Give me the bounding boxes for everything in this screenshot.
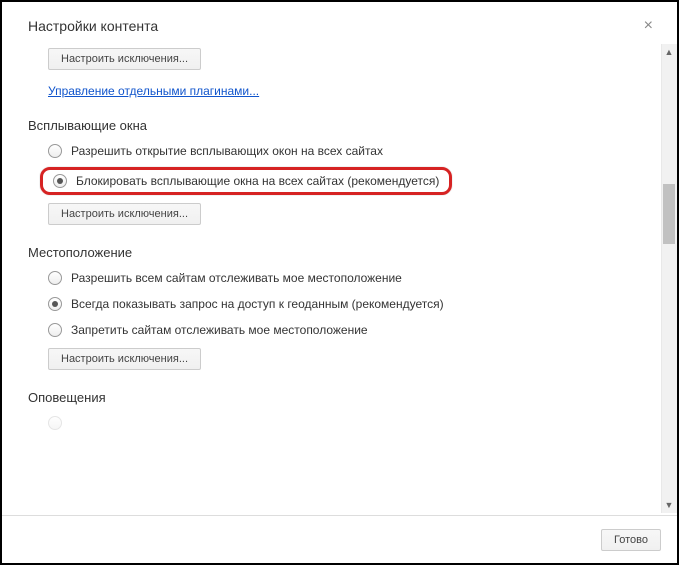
- location-allow-option[interactable]: Разрешить всем сайтам отслеживать мое ме…: [48, 268, 651, 288]
- notifications-option-partial[interactable]: [48, 413, 651, 433]
- scrollbar-thumb[interactable]: [663, 184, 675, 244]
- radio-icon: [48, 144, 62, 158]
- radio-label: Блокировать всплывающие окна на всех сай…: [76, 174, 439, 188]
- scrollbar[interactable]: ▲ ▼: [661, 44, 677, 513]
- dialog-title: Настройки контента: [28, 18, 158, 34]
- radio-label: Разрешить открытие всплывающих окон на в…: [71, 144, 383, 158]
- section-title-location: Местоположение: [28, 245, 651, 260]
- location-ask-option[interactable]: Всегда показывать запрос на доступ к гео…: [48, 294, 651, 314]
- done-button[interactable]: Готово: [601, 529, 661, 551]
- location-deny-option[interactable]: Запретить сайтам отслеживать мое местопо…: [48, 320, 651, 340]
- popups-block-option[interactable]: Блокировать всплывающие окна на всех сай…: [40, 167, 452, 195]
- content-scroll: Настроить исключения... Управление отдел…: [2, 44, 661, 513]
- section-title-notifications: Оповещения: [28, 390, 651, 405]
- manage-plugins-link[interactable]: Управление отдельными плагинами...: [48, 84, 259, 98]
- popups-exceptions-button[interactable]: Настроить исключения...: [48, 203, 201, 225]
- radio-label: Разрешить всем сайтам отслеживать мое ме…: [71, 271, 402, 285]
- radio-icon: [48, 297, 62, 311]
- close-icon[interactable]: ×: [640, 18, 657, 34]
- radio-label: Запретить сайтам отслеживать мое местопо…: [71, 323, 368, 337]
- radio-icon: [53, 174, 67, 188]
- section-title-popups: Всплывающие окна: [28, 118, 651, 133]
- radio-icon: [48, 323, 62, 337]
- location-exceptions-button[interactable]: Настроить исключения...: [48, 348, 201, 370]
- scroll-down-icon[interactable]: ▼: [661, 497, 677, 513]
- radio-label: Всегда показывать запрос на доступ к гео…: [71, 297, 444, 311]
- radio-icon: [48, 271, 62, 285]
- popups-allow-option[interactable]: Разрешить открытие всплывающих окон на в…: [48, 141, 651, 161]
- dialog-footer: Готово: [2, 515, 677, 563]
- plugins-exceptions-button[interactable]: Настроить исключения...: [48, 48, 201, 70]
- scroll-up-icon[interactable]: ▲: [661, 44, 677, 60]
- radio-icon: [48, 416, 62, 430]
